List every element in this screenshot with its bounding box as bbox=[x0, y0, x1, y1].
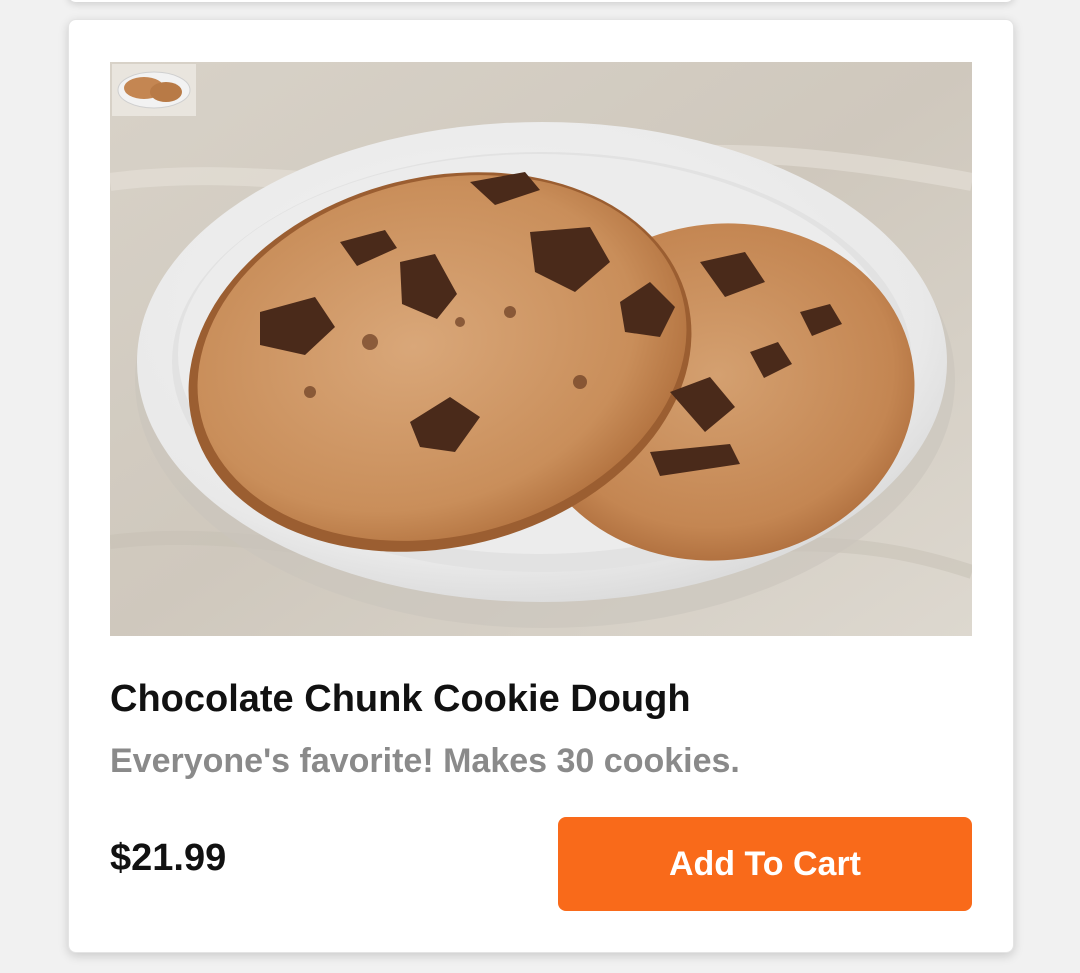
product-description: Everyone's favorite! Makes 30 cookies. bbox=[110, 742, 740, 780]
product-price: $21.99 bbox=[110, 837, 227, 879]
product-image[interactable] bbox=[110, 62, 972, 636]
previous-product-card bbox=[68, 0, 1014, 2]
product-card: Chocolate Chunk Cookie Dough Everyone's … bbox=[68, 19, 1014, 953]
product-name: Chocolate Chunk Cookie Dough bbox=[110, 678, 691, 720]
add-to-cart-button[interactable]: Add To Cart bbox=[558, 817, 972, 911]
